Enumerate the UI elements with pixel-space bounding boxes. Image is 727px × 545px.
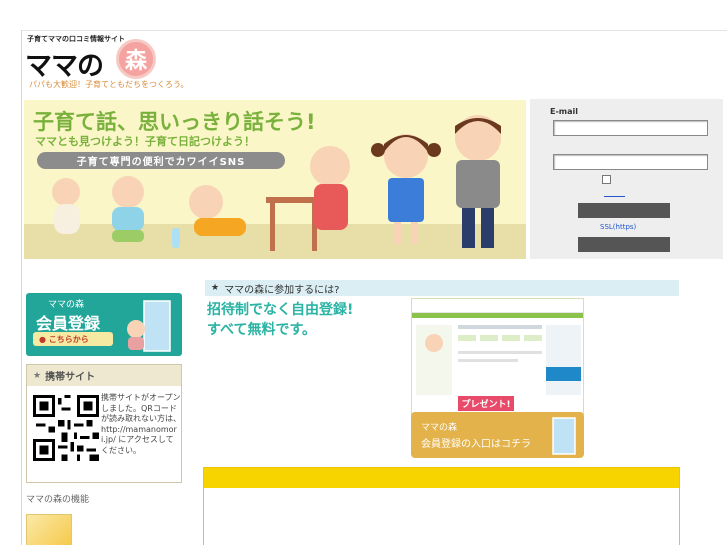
features-icon[interactable] (26, 514, 72, 545)
forgot-password-link[interactable]: ______ (604, 189, 625, 197)
door-icon (552, 417, 576, 455)
mobile-site-title: 携帯サイト (45, 372, 96, 383)
hero-banner: 子育て話、思いっきり話そう! ママとも見つけよう！子育て日記つけよう！ 子育て専… (24, 100, 526, 259)
mobile-site-header: ★ 携帯サイト (27, 365, 181, 386)
register-big-text: 会員登録 (36, 314, 101, 333)
star-icon: ★ (211, 283, 220, 293)
join-section-header: ★ ママの森に参加するには? (205, 280, 679, 296)
ssl-login-button[interactable] (578, 237, 670, 252)
mobile-site-description: 携帯サイトがオープンしました。QRコードが読み取れない方は、http://mam… (101, 393, 181, 455)
remember-checkbox[interactable] (602, 175, 611, 184)
door-illustration (127, 300, 171, 352)
site-screenshot-image: プレゼント! (411, 298, 584, 414)
register-cta[interactable]: ● こちらから (33, 332, 113, 346)
entry-big-text: 会員登録の入口はコチラ (421, 439, 531, 450)
site-sub-tagline: パパも大歓迎！子育てともだちをつくろう。 (29, 80, 189, 89)
mobile-site-box: ★ 携帯サイト 携帯サイトがオープンしました。QRコードが読み取れない方は、ht… (26, 364, 182, 483)
login-panel: E-mail ______ SSL(https) (530, 99, 723, 259)
info-box-header (204, 468, 679, 488)
register-small-text: ママの森 (48, 300, 85, 310)
join-message-line2: すべて無料です。 (207, 322, 317, 338)
entry-small-text: ママの森 (421, 423, 458, 433)
email-label: E-mail (550, 107, 579, 116)
site-tagline: 子育てママの口コミ情報サイト (27, 35, 125, 43)
qr-code-icon (33, 395, 99, 461)
star-icon: ★ (33, 370, 42, 381)
site-logo-text[interactable]: ママの (25, 44, 104, 83)
join-message-line1: 招待制でなく自由登録! (207, 302, 354, 318)
screenshot-header (412, 299, 583, 313)
screenshot-content (416, 325, 581, 395)
site-logo-mark[interactable]: 森 (116, 39, 156, 79)
password-field[interactable] (553, 154, 708, 170)
ssl-link[interactable]: SSL(https) (600, 223, 636, 231)
children-illustration (52, 115, 501, 251)
features-title: ママの森の機能 (26, 495, 90, 505)
register-banner[interactable]: ママの森 会員登録 ● こちらから (26, 293, 182, 356)
present-badge: プレゼント! (458, 396, 514, 411)
join-section-title: ママの森に参加するには? (224, 284, 340, 296)
info-box (203, 467, 680, 545)
screenshot-nav (412, 313, 583, 318)
register-entry-button[interactable]: ママの森 会員登録の入口はコチラ (411, 412, 584, 458)
login-button[interactable] (578, 203, 670, 218)
email-field[interactable] (553, 120, 708, 136)
